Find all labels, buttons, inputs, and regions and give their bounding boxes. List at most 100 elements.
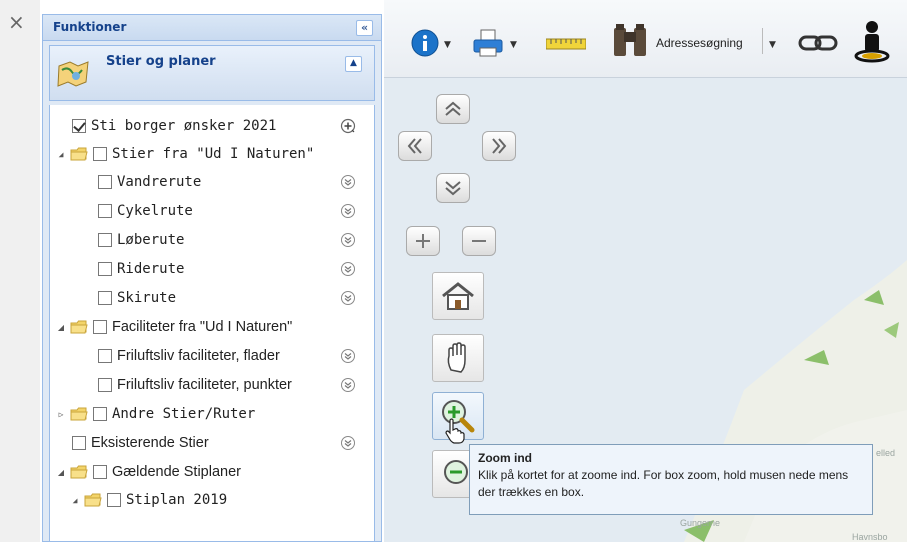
search-dropdown-icon[interactable]: ▼ <box>769 40 776 50</box>
close-icon[interactable]: × <box>8 12 25 32</box>
checkbox[interactable] <box>98 378 112 392</box>
home-button[interactable] <box>432 272 484 320</box>
checkbox[interactable] <box>93 147 107 161</box>
subpanel-title: Stier og planer <box>106 54 216 69</box>
panel-header: Funktioner « <box>43 15 381 41</box>
ruler-icon[interactable] <box>546 38 586 50</box>
map-place-label: Havnsbo <box>852 532 888 542</box>
checkbox[interactable] <box>107 493 121 507</box>
chevron-circle-icon[interactable] <box>340 377 356 393</box>
tree-item-label: Faciliteter fra "Ud I Naturen" <box>112 319 293 335</box>
address-search-label[interactable]: Adressesøgning <box>656 36 743 50</box>
chevron-circle-icon[interactable] <box>340 232 356 248</box>
info-dropdown-icon[interactable]: ▼ <box>444 40 451 50</box>
chevron-circle-icon[interactable] <box>340 203 356 219</box>
tree-item-label: Stier fra "Ud I Naturen" <box>112 146 315 162</box>
print-dropdown-icon[interactable]: ▼ <box>510 40 517 50</box>
zoom-out-small-button[interactable] <box>462 226 496 256</box>
link-icon[interactable] <box>798 32 838 54</box>
double-chevron-right-icon <box>492 138 507 154</box>
checkbox[interactable] <box>98 175 112 189</box>
expand-triangle-icon[interactable]: ▷ <box>56 410 66 419</box>
checkbox[interactable] <box>98 204 112 218</box>
expand-triangle-icon[interactable]: ◢ <box>56 150 66 159</box>
subpanel-header[interactable]: Stier og planer ▲ <box>49 45 375 101</box>
chevron-circle-icon[interactable] <box>340 348 356 364</box>
folder-icon <box>84 493 102 507</box>
panel-title: Funktioner <box>53 20 127 34</box>
tree-item-sti-borger[interactable]: Sti borger ønsker 2021 <box>72 115 276 137</box>
folder-icon <box>70 465 88 479</box>
checkbox[interactable] <box>72 119 86 133</box>
folder-icon <box>70 407 88 421</box>
printer-icon[interactable] <box>472 28 506 58</box>
checkbox[interactable] <box>93 407 107 421</box>
chevron-circle-icon[interactable] <box>340 261 356 277</box>
map-toolbar: ▼ ▼ Adressesøgning ▼ <box>384 0 907 78</box>
expand-triangle-icon[interactable]: ◢ <box>56 323 66 332</box>
double-chevron-left-icon <box>407 138 422 154</box>
checkbox[interactable] <box>98 262 112 276</box>
app-window: × Funktioner « Stier og planer ▲ Sti bor… <box>0 0 907 542</box>
chevron-circle-icon[interactable] <box>340 435 356 451</box>
folder-icon <box>70 320 88 334</box>
collapse-panel-button[interactable]: « <box>356 20 373 36</box>
tree-item-label: Cykelrute <box>117 203 193 219</box>
map-logo-icon <box>57 61 89 87</box>
binoculars-icon[interactable] <box>610 22 650 60</box>
subpanel-toggle-button[interactable]: ▲ <box>345 56 362 72</box>
tree-item-skirute[interactable]: Skirute <box>98 287 176 309</box>
hand-icon <box>447 342 466 373</box>
chevron-circle-icon[interactable] <box>340 174 356 190</box>
tree-item-label: Friluftsliv faciliteter, flader <box>117 348 280 364</box>
tree-item-friluftsliv-punkter[interactable]: Friluftsliv faciliteter, punkter <box>98 374 292 396</box>
pan-down-button[interactable] <box>436 173 470 203</box>
map-place-label: Gungerne <box>680 518 721 528</box>
pan-right-button[interactable] <box>482 131 516 161</box>
double-chevron-down-icon <box>445 181 461 196</box>
checkbox[interactable] <box>93 465 107 479</box>
tree-item-label: Sti borger ønsker 2021 <box>91 118 277 134</box>
tree-folder-stier[interactable]: ◢ Stier fra "Ud I Naturen" <box>56 143 315 165</box>
tree-folder-gaeldende-stiplaner[interactable]: ◢ Gældende Stiplaner <box>56 461 241 483</box>
checkbox[interactable] <box>98 233 112 247</box>
pan-hand-button[interactable] <box>432 334 484 382</box>
info-icon[interactable] <box>410 28 440 58</box>
layer-tree: Sti borger ønsker 2021 ◢ Stier fra "Ud I… <box>49 105 375 541</box>
tree-item-vandrerute[interactable]: Vandrerute <box>98 171 201 193</box>
checkbox[interactable] <box>98 349 112 363</box>
tree-item-label: Andre Stier/Ruter <box>112 406 256 422</box>
pan-left-button[interactable] <box>398 131 432 161</box>
close-strip: × <box>0 0 40 542</box>
tooltip-body: Klik på kortet for at zoome ind. For box… <box>478 468 849 499</box>
expand-triangle-icon[interactable]: ◢ <box>56 468 66 477</box>
double-chevron-up-icon <box>445 101 461 116</box>
toolbar-separator <box>762 28 763 54</box>
checkbox[interactable] <box>98 291 112 305</box>
map-place-label: elled <box>876 448 896 458</box>
tree-item-label: Gældende Stiplaner <box>112 464 241 480</box>
add-circle-icon[interactable] <box>340 118 356 134</box>
zoom-in-small-button[interactable] <box>406 226 440 256</box>
tree-item-riderute[interactable]: Riderute <box>98 258 184 280</box>
expand-triangle-icon[interactable]: ◢ <box>70 496 80 505</box>
tree-item-friluftsliv-flader[interactable]: Friluftsliv faciliteter, flader <box>98 345 280 367</box>
tree-item-label: Vandrerute <box>117 174 202 190</box>
tree-item-loberute[interactable]: Løberute <box>98 229 184 251</box>
tree-item-eksisterende-stier[interactable]: Eksisterende Stier <box>72 432 209 454</box>
checkbox[interactable] <box>93 320 107 334</box>
tree-item-label: Skirute <box>117 290 177 306</box>
tree-folder-andre-stier[interactable]: ▷ Andre Stier/Ruter <box>56 403 256 425</box>
tree-folder-stiplan-2019[interactable]: ◢ Stiplan 2019 <box>70 489 228 511</box>
functions-panel: Funktioner « Stier og planer ▲ Sti borge… <box>42 14 382 542</box>
tree-item-label: Friluftsliv faciliteter, punkter <box>117 377 292 393</box>
street-view-icon[interactable] <box>854 20 890 64</box>
tree-folder-faciliteter[interactable]: ◢ Faciliteter fra "Ud I Naturen" <box>56 316 292 338</box>
minus-icon <box>472 240 486 242</box>
pan-up-button[interactable] <box>436 94 470 124</box>
folder-icon <box>70 147 88 161</box>
chevron-circle-icon[interactable] <box>340 290 356 306</box>
tooltip-title: Zoom ind <box>478 451 532 465</box>
tree-item-cykelrute[interactable]: Cykelrute <box>98 200 193 222</box>
checkbox[interactable] <box>72 436 86 450</box>
